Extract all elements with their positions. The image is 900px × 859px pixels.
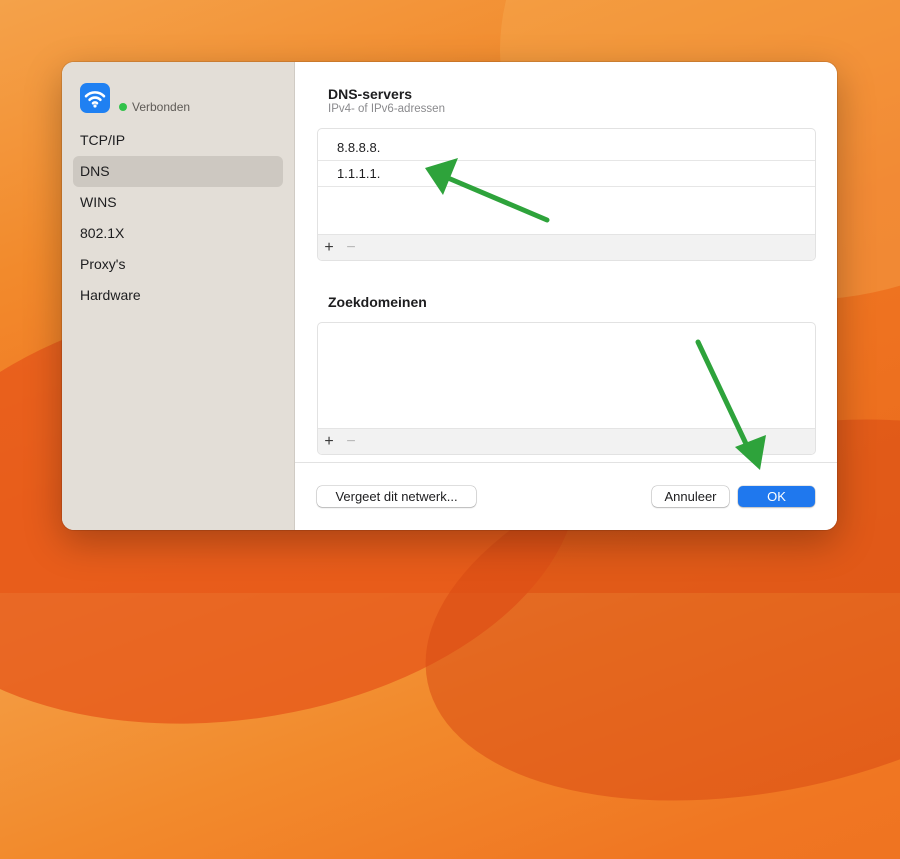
sidebar-item-wins[interactable]: WINS bbox=[73, 187, 283, 218]
remove-dns-server-button[interactable]: − bbox=[340, 239, 362, 257]
status-dot-icon bbox=[119, 103, 127, 111]
sidebar-item-8021x[interactable]: 802.1X bbox=[73, 218, 283, 249]
wifi-icon bbox=[80, 83, 110, 113]
remove-search-domain-button[interactable]: − bbox=[340, 433, 362, 451]
dns-server-row[interactable]: 1.1.1.1. bbox=[318, 161, 815, 187]
search-domain-list: + − bbox=[317, 322, 816, 455]
dns-server-list: 8.8.8.8. 1.1.1.1. + − bbox=[317, 128, 816, 261]
add-search-domain-button[interactable]: + bbox=[318, 433, 340, 451]
connection-status: Verbonden bbox=[119, 100, 190, 114]
status-text: Verbonden bbox=[132, 100, 191, 114]
footer-divider bbox=[295, 462, 837, 463]
dns-server-row[interactable]: 8.8.8.8. bbox=[318, 135, 815, 161]
network-settings-dialog: Verbonden TCP/IP DNS WINS 802.1X Proxy's… bbox=[62, 62, 837, 530]
sidebar-nav: TCP/IP DNS WINS 802.1X Proxy's Hardware bbox=[73, 125, 283, 311]
sidebar-item-tcpip[interactable]: TCP/IP bbox=[73, 125, 283, 156]
cancel-button[interactable]: Annuleer bbox=[652, 486, 729, 507]
sidebar: Verbonden TCP/IP DNS WINS 802.1X Proxy's… bbox=[62, 62, 295, 530]
main-panel: DNS-servers IPv4- of IPv6-adressen 8.8.8… bbox=[295, 62, 837, 530]
ok-button[interactable]: OK bbox=[738, 486, 815, 507]
dns-servers-subtitle: IPv4- of IPv6-adressen bbox=[328, 103, 445, 115]
search-domains-title: Zoekdomeinen bbox=[328, 294, 427, 310]
sidebar-item-dns[interactable]: DNS bbox=[73, 156, 283, 187]
forget-network-button[interactable]: Vergeet dit netwerk... bbox=[317, 486, 476, 507]
sidebar-item-proxys[interactable]: Proxy's bbox=[73, 249, 283, 280]
add-dns-server-button[interactable]: + bbox=[318, 239, 340, 257]
dns-servers-title: DNS-servers bbox=[328, 86, 413, 102]
dns-list-toolbar: + − bbox=[318, 234, 815, 260]
sidebar-item-hardware[interactable]: Hardware bbox=[73, 280, 283, 311]
search-domain-toolbar: + − bbox=[318, 428, 815, 454]
